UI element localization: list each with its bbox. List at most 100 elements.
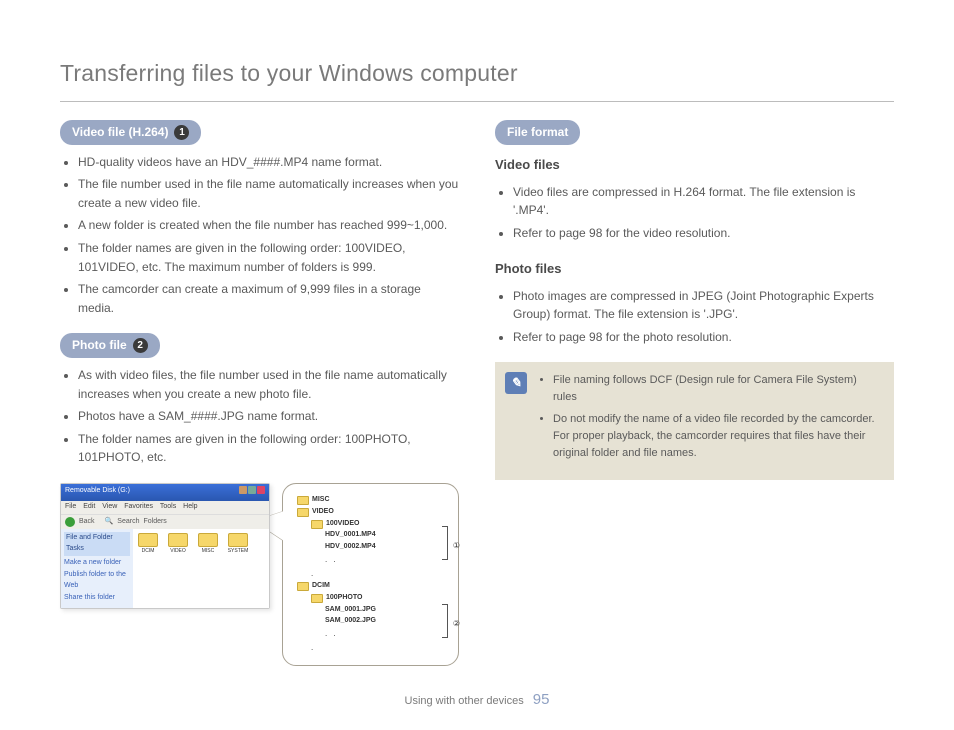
- max-icon: [248, 486, 256, 494]
- menu-item: File: [65, 503, 76, 510]
- bracket-label: ②: [453, 618, 460, 630]
- folder-icon: [168, 533, 188, 547]
- subhead-video-files: Video files: [495, 155, 894, 175]
- bracket-icon: [442, 526, 448, 560]
- menu-item: Tools: [160, 503, 176, 510]
- folder-label: SYSTEM: [227, 548, 249, 556]
- tree-node: DCIM: [297, 581, 428, 592]
- pill-video-file: Video file (H.264) 1: [60, 120, 201, 145]
- tree-node: VIDEO: [297, 507, 428, 518]
- file-label: SAM_0002.JPG: [325, 616, 376, 627]
- list-item: The folder names are given in the follow…: [78, 239, 459, 276]
- explorer-sidebar: File and Folder Tasks Make a new folder …: [61, 529, 133, 607]
- tree-label: MISC: [312, 495, 330, 506]
- list-item: File naming follows DCF (Design rule for…: [553, 372, 880, 406]
- footer-section: Using with other devices: [405, 695, 524, 707]
- page-number: 95: [533, 691, 550, 708]
- folder-icon: [297, 508, 309, 517]
- folder-icon: [311, 520, 323, 529]
- sidebar-item: Publish folder to the Web: [64, 570, 130, 592]
- tool-back: Back: [79, 517, 95, 528]
- right-column: File format Video files Video files are …: [495, 120, 894, 666]
- pill-number-icon: 2: [133, 338, 148, 353]
- tree-node: 100PHOTO: [311, 593, 428, 604]
- explorer-files: DCIM VIDEO MISC SYSTEM: [133, 529, 269, 607]
- note-box: ✎ File naming follows DCF (Design rule f…: [495, 362, 894, 479]
- divider: [60, 101, 894, 102]
- menu-item: Edit: [83, 503, 95, 510]
- folder-label: MISC: [197, 548, 219, 556]
- list-item: Video files are compressed in H.264 form…: [513, 183, 894, 220]
- tree-label: 100VIDEO: [326, 519, 359, 530]
- left-column: Video file (H.264) 1 HD-quality videos h…: [60, 120, 459, 666]
- explorer-toolbar: Back 🔍 Search Folders: [61, 514, 269, 530]
- list-item: Do not modify the name of a video file r…: [553, 411, 880, 462]
- note-icon: ✎: [505, 372, 527, 394]
- folder-item: SYSTEM: [227, 533, 249, 603]
- page-title: Transferring files to your Windows compu…: [60, 60, 894, 87]
- folder-item: DCIM: [137, 533, 159, 603]
- pill-number-icon: 1: [174, 125, 189, 140]
- folder-item: MISC: [197, 533, 219, 603]
- tree-dots: .: [311, 568, 428, 580]
- folder-item: VIDEO: [167, 533, 189, 603]
- list-item: The camcorder can create a maximum of 9,…: [78, 280, 459, 317]
- folder-icon: [198, 533, 218, 547]
- folder-tree-callout: MISC VIDEO 100VIDEO HDV_0001.MP4 HDV_000…: [282, 483, 459, 666]
- columns: Video file (H.264) 1 HD-quality videos h…: [60, 120, 894, 666]
- callout-wrap: MISC VIDEO 100VIDEO HDV_0001.MP4 HDV_000…: [282, 483, 459, 666]
- explorer-title: Removable Disk (G:): [65, 486, 130, 499]
- pill-label: File format: [507, 123, 568, 142]
- list-item: Photos have a SAM_####.JPG name format.: [78, 407, 459, 426]
- tree-node: MISC: [297, 495, 428, 506]
- tree-file: SAM_0001.JPG: [325, 605, 428, 616]
- folder-icon: [228, 533, 248, 547]
- menu-item: Favorites: [124, 503, 153, 510]
- pill-photo-file: Photo file 2: [60, 333, 160, 358]
- list-item: Refer to page 98 for the video resolutio…: [513, 224, 894, 243]
- window-buttons: [238, 486, 265, 499]
- pill-label: Photo file: [72, 336, 127, 355]
- folder-icon: [311, 594, 323, 603]
- tree-label: VIDEO: [312, 507, 334, 518]
- folder-icon: [297, 582, 309, 591]
- folder-icon: [138, 533, 158, 547]
- tool-search: 🔍: [105, 517, 114, 528]
- explorer-window: Removable Disk (G:) File Edit View Favor…: [60, 483, 270, 609]
- footer: Using with other devices 95: [0, 691, 954, 708]
- sidebar-item: Share this folder: [64, 593, 130, 604]
- tree-dots: .: [311, 642, 428, 654]
- tree-file: SAM_0002.JPG: [325, 616, 428, 627]
- min-icon: [239, 486, 247, 494]
- tree-dots: . .: [325, 554, 428, 566]
- back-icon: [65, 517, 75, 527]
- explorer-body: File and Folder Tasks Make a new folder …: [61, 529, 269, 607]
- folder-tree: MISC VIDEO 100VIDEO HDV_0001.MP4 HDV_000…: [297, 495, 428, 654]
- diagram-row: Removable Disk (G:) File Edit View Favor…: [60, 483, 459, 666]
- list-item: Photo images are compressed in JPEG (Joi…: [513, 287, 894, 324]
- list-item: The folder names are given in the follow…: [78, 430, 459, 467]
- list-item: Refer to page 98 for the photo resolutio…: [513, 328, 894, 347]
- tree-file: HDV_0001.MP4: [325, 530, 428, 541]
- menu-item: View: [102, 503, 117, 510]
- list-item: A new folder is created when the file nu…: [78, 216, 459, 235]
- list-item: HD-quality videos have an HDV_####.MP4 n…: [78, 153, 459, 172]
- folder-label: VIDEO: [167, 548, 189, 556]
- tree-dots: . .: [325, 628, 428, 640]
- video-bullets: HD-quality videos have an HDV_####.MP4 n…: [60, 153, 459, 318]
- pill-label: Video file (H.264): [72, 123, 168, 142]
- list-item: As with video files, the file number use…: [78, 366, 459, 403]
- folder-label: DCIM: [137, 548, 159, 556]
- list-item: The file number used in the file name au…: [78, 175, 459, 212]
- tree-file: HDV_0002.MP4: [325, 542, 428, 553]
- subhead-photo-files: Photo files: [495, 259, 894, 279]
- file-label: HDV_0002.MP4: [325, 542, 376, 553]
- pill-file-format: File format: [495, 120, 580, 145]
- note-bullets: File naming follows DCF (Design rule for…: [537, 372, 880, 465]
- tree-label: 100PHOTO: [326, 593, 362, 604]
- explorer-menu: File Edit View Favorites Tools Help: [61, 501, 269, 514]
- explorer-titlebar: Removable Disk (G:): [61, 484, 269, 501]
- tool-search-label: Search: [117, 517, 139, 528]
- tree-node: 100VIDEO: [311, 519, 428, 530]
- file-label: HDV_0001.MP4: [325, 530, 376, 541]
